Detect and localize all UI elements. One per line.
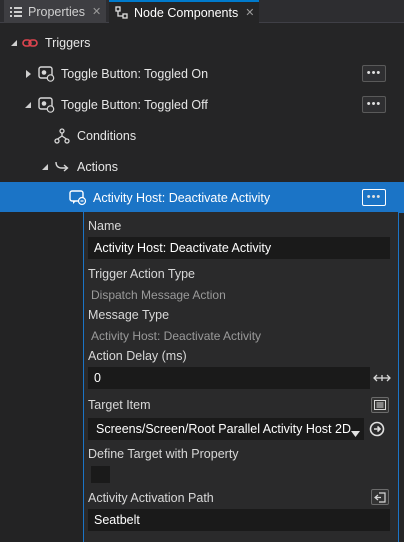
- tab-node-components[interactable]: Node Components ✕: [109, 0, 259, 23]
- more-options-button[interactable]: •••: [362, 96, 386, 113]
- chevron-down-icon[interactable]: [9, 38, 19, 48]
- drag-adjust-icon[interactable]: [373, 372, 391, 384]
- tree-item-label: Conditions: [77, 128, 137, 143]
- chevron-down-icon: [351, 426, 360, 440]
- exit-icon: [374, 491, 386, 503]
- tree-indent-gutter: [0, 212, 83, 542]
- define-target-label: Define Target with Property: [88, 447, 239, 461]
- close-icon[interactable]: ✕: [245, 6, 254, 19]
- tab-node-components-label: Node Components: [134, 5, 239, 20]
- trigger-action-type-label: Trigger Action Type: [88, 267, 196, 281]
- activation-path-field[interactable]: Seatbelt: [88, 509, 390, 531]
- tree-item-triggers[interactable]: Triggers: [0, 27, 404, 58]
- list-icon: [10, 5, 22, 19]
- actions-icon: [53, 158, 71, 176]
- chevron-right-icon[interactable]: [23, 69, 33, 79]
- trigger-event-icon: [37, 65, 55, 83]
- more-options-button[interactable]: •••: [362, 65, 386, 82]
- tab-properties[interactable]: Properties ✕: [4, 0, 106, 23]
- node-components-icon: [115, 6, 128, 20]
- tab-bar: Properties ✕ Node Components ✕: [0, 0, 404, 23]
- trigger-event-icon: [37, 96, 55, 114]
- name-field[interactable]: Activity Host: Deactivate Activity: [88, 237, 390, 259]
- tree-item-label: Activity Host: Deactivate Activity: [93, 190, 271, 205]
- tree-item-conditions[interactable]: Conditions: [0, 120, 404, 151]
- tree-item-deactivate-activity[interactable]: Activity Host: Deactivate Activity •••: [0, 182, 404, 213]
- bind-property-button[interactable]: [371, 489, 389, 505]
- chevron-down-icon[interactable]: [23, 100, 33, 110]
- target-item-dropdown[interactable]: Screens/Screen/Root Parallel Activity Ho…: [88, 418, 364, 440]
- action-delay-label: Action Delay (ms): [88, 349, 187, 363]
- tree-item-label: Toggle Button: Toggled Off: [61, 97, 208, 112]
- define-target-checkbox[interactable]: [91, 466, 110, 483]
- trigger-icon: [21, 34, 39, 52]
- target-item-value: Screens/Screen/Root Parallel Activity Ho…: [96, 422, 351, 436]
- tree-item-toggled-on[interactable]: Toggle Button: Toggled On •••: [0, 58, 404, 89]
- chevron-down-icon[interactable]: [40, 162, 50, 172]
- go-to-target-icon[interactable]: [369, 421, 385, 437]
- tree-item-label: Actions: [77, 159, 118, 174]
- activation-path-label: Activity Activation Path: [88, 491, 214, 505]
- target-item-label: Target Item: [88, 398, 151, 412]
- action-delay-field[interactable]: 0: [88, 367, 370, 389]
- more-options-button[interactable]: •••: [362, 189, 386, 206]
- message-type-value: Activity Host: Deactivate Activity: [91, 329, 262, 343]
- message-type-label: Message Type: [88, 308, 170, 322]
- tab-properties-label: Properties: [28, 4, 85, 19]
- name-label: Name: [88, 219, 122, 233]
- close-icon[interactable]: ✕: [92, 5, 101, 18]
- tree-item-label: Triggers: [45, 35, 91, 50]
- tree-item-label: Toggle Button: Toggled On: [61, 66, 209, 81]
- pick-target-button[interactable]: [371, 397, 389, 413]
- trigger-action-type-value: Dispatch Message Action: [91, 288, 226, 302]
- conditions-icon: [53, 127, 71, 145]
- message-action-icon: [69, 189, 87, 207]
- tree-item-actions[interactable]: Actions: [0, 151, 404, 182]
- picker-icon: [374, 400, 386, 410]
- tree-item-toggled-off[interactable]: Toggle Button: Toggled Off •••: [0, 89, 404, 120]
